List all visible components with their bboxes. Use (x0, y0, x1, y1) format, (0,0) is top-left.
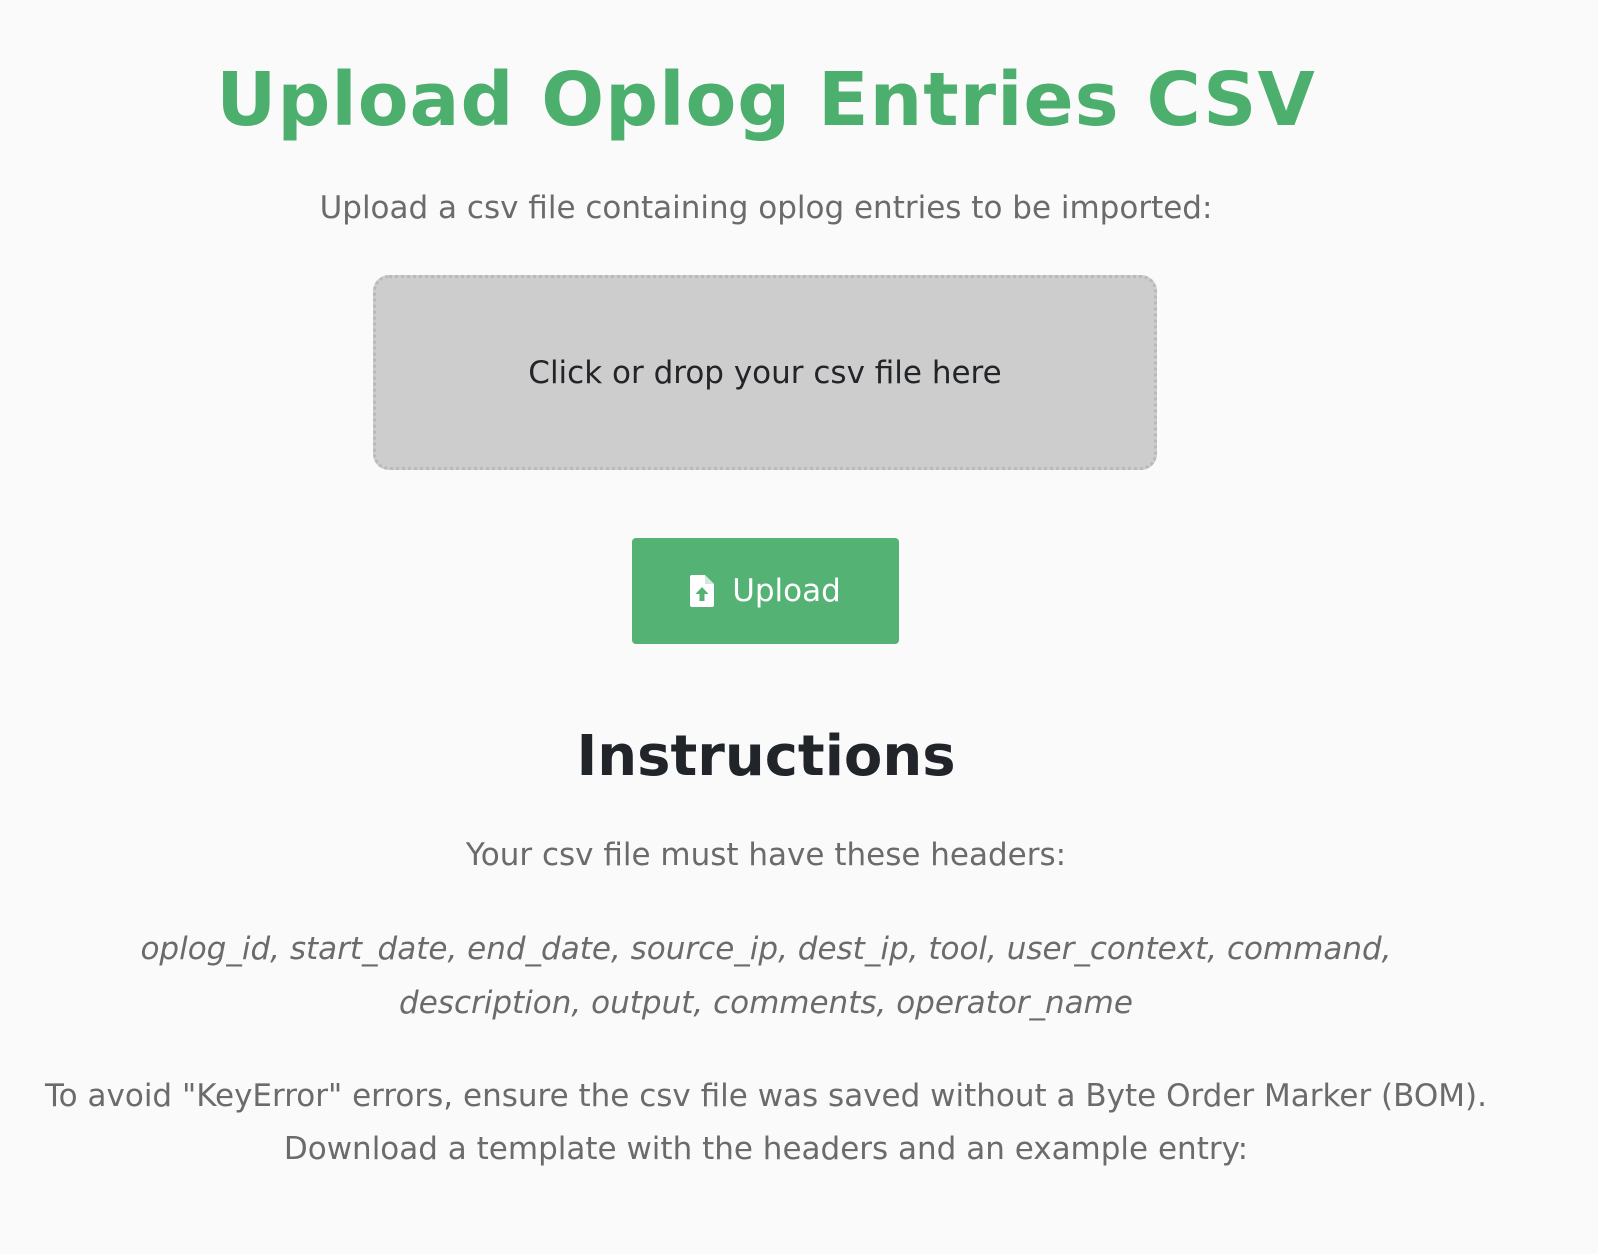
required-headers-list: oplog_id, start_date, end_date, source_i… (60, 922, 1472, 1030)
page-subtitle: Upload a csv file containing oplog entri… (319, 190, 1213, 226)
upload-button-label: Upload (732, 573, 841, 609)
upload-button[interactable]: Upload (632, 538, 899, 644)
headers-intro: Your csv file must have these headers: (465, 837, 1067, 873)
dropzone-label: Click or drop your csv file here (528, 354, 1002, 391)
file-upload-icon (690, 575, 715, 607)
headers-line-1: oplog_id, start_date, end_date, source_i… (140, 931, 1392, 967)
instructions-heading: Instructions (576, 724, 956, 789)
bom-note: To avoid "KeyError" errors, ensure the c… (0, 1070, 1532, 1176)
template-download-text: Download a template with the headers and… (283, 1131, 1249, 1167)
page-title: Upload Oplog Entries CSV (216, 57, 1316, 143)
headers-line-2: description, output, comments, operator_… (399, 985, 1133, 1021)
csv-dropzone[interactable]: Click or drop your csv file here (373, 275, 1157, 470)
upload-page: Upload Oplog Entries CSV Upload a csv fi… (0, 0, 1598, 1254)
bom-note-line-1: To avoid "KeyError" errors, ensure the c… (45, 1078, 1487, 1114)
